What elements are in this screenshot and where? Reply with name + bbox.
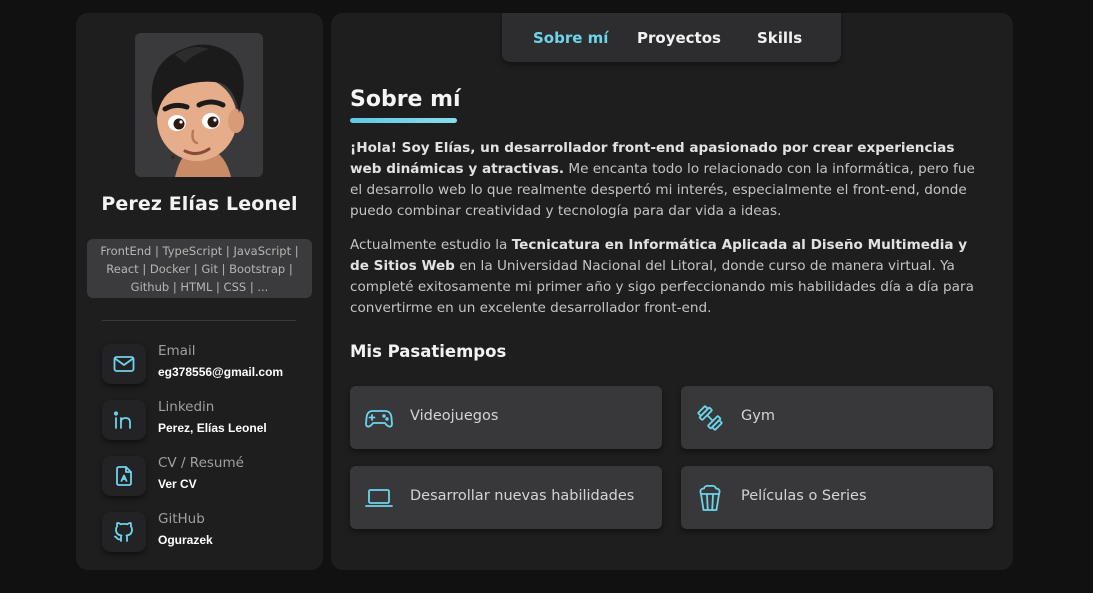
tab-sobre-mi[interactable]: Sobre mí [533, 29, 608, 47]
hobbies-title: Mis Pasatiempos [350, 342, 507, 361]
github-icon [102, 512, 146, 552]
skills-summary: FrontEnd | TypeScript | JavaScript | Rea… [87, 239, 312, 298]
about-study-text: Actualmente estudio la [350, 237, 512, 253]
contact-linkedin[interactable]: Linkedin Perez, Elías Leonel [102, 399, 302, 443]
main-content: Sobre mí Proyectos Skills Sobre mí ¡Hola… [331, 13, 1013, 570]
contact-cv[interactable]: CV / Resumé Ver CV [102, 455, 302, 499]
tab-skills[interactable]: Skills [757, 29, 802, 47]
tab-proyectos[interactable]: Proyectos [637, 29, 721, 47]
about-paragraph-2: Actualmente estudio la Tecnicatura en In… [350, 235, 975, 319]
divider [102, 320, 296, 321]
hobby-card-skills: Desarrollar nuevas habilidades [350, 466, 662, 529]
contact-label: GitHub [158, 511, 205, 527]
hobby-label: Películas o Series [741, 488, 867, 504]
gamepad-icon [364, 403, 394, 433]
about-paragraph-1: ¡Hola! Soy Elías, un desarrollador front… [350, 138, 975, 222]
hobby-label: Gym [741, 408, 775, 424]
linkedin-icon [102, 400, 146, 440]
dumbbell-icon [695, 403, 725, 433]
contact-label: Linkedin [158, 399, 215, 415]
cv-link[interactable]: Ver CV [158, 477, 197, 491]
linkedin-link[interactable]: Perez, Elías Leonel [158, 421, 267, 435]
top-navbar: Sobre mí Proyectos Skills [502, 13, 841, 62]
contact-label: Email [158, 343, 196, 359]
avatar-illustration [135, 33, 263, 177]
document-icon [102, 456, 146, 496]
hobby-card-movies: Películas o Series [681, 466, 993, 529]
hobby-card-gym: Gym [681, 386, 993, 449]
title-underline [350, 118, 457, 123]
github-link[interactable]: Ogurazek [158, 533, 213, 547]
email-link[interactable]: eg378556@gmail.com [158, 365, 283, 379]
hobby-label: Desarrollar nuevas habilidades [410, 488, 635, 504]
laptop-icon [364, 483, 394, 513]
avatar [135, 33, 263, 177]
contact-email[interactable]: Email eg378556@gmail.com [102, 343, 302, 387]
hobby-card-videogames: Videojuegos [350, 386, 662, 449]
profile-sidebar: Perez Elías Leonel FrontEnd | TypeScript… [76, 13, 323, 570]
contact-label: CV / Resumé [158, 455, 244, 471]
hobby-label: Videojuegos [410, 408, 499, 424]
profile-name: Perez Elías Leonel [101, 193, 298, 215]
contact-github[interactable]: GitHub Ogurazek [102, 511, 302, 555]
mail-icon [102, 344, 146, 384]
page-title: Sobre mí [350, 87, 461, 112]
popcorn-icon [695, 483, 725, 513]
